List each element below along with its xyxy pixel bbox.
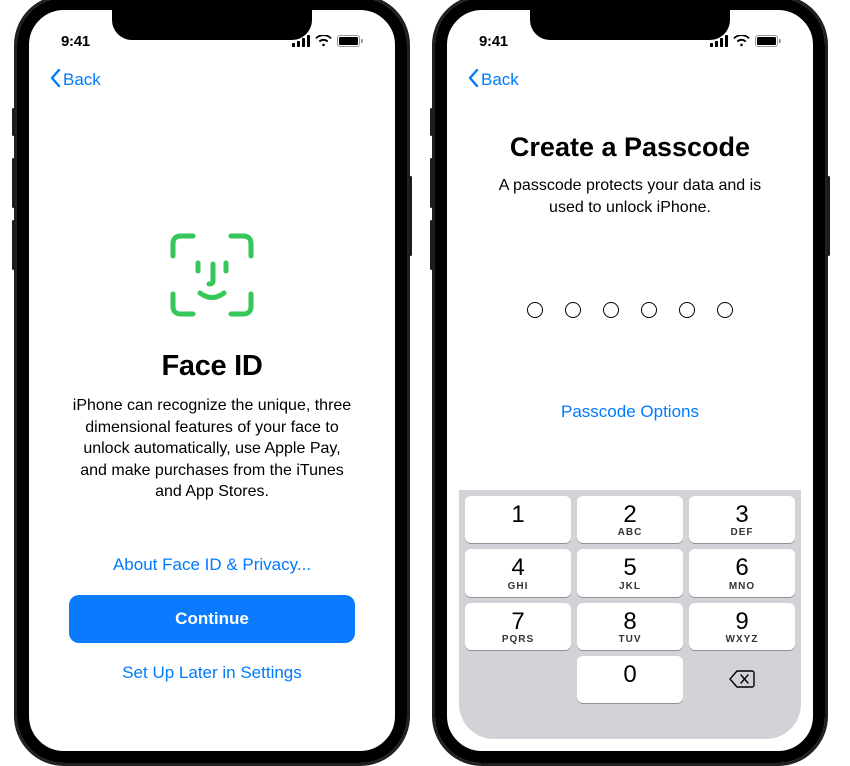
passcode-dot: [679, 302, 695, 318]
keypad-spacer: [465, 656, 571, 703]
chevron-left-icon: [49, 68, 61, 93]
side-button: [409, 176, 412, 256]
volume-up-button: [430, 158, 433, 208]
back-label: Back: [481, 70, 519, 90]
notch: [530, 10, 730, 40]
status-time: 9:41: [479, 33, 508, 50]
battery-icon: [755, 35, 781, 47]
wifi-icon: [315, 35, 332, 47]
notch: [112, 10, 312, 40]
passcode-dot: [565, 302, 581, 318]
faceid-title: Face ID: [69, 350, 355, 383]
status-time: 9:41: [61, 33, 90, 50]
set-up-later-link[interactable]: Set Up Later in Settings: [41, 663, 383, 683]
about-faceid-link[interactable]: About Face ID & Privacy...: [69, 555, 355, 575]
nav-bar: Back: [459, 60, 801, 100]
mute-switch: [12, 108, 15, 136]
side-button: [827, 176, 830, 256]
passcode-dots: [483, 302, 777, 318]
key-0[interactable]: 0: [577, 656, 683, 703]
nav-bar: Back: [41, 60, 383, 100]
key-4[interactable]: 4GHI: [465, 549, 571, 596]
battery-icon: [337, 35, 363, 47]
volume-down-button: [430, 220, 433, 270]
passcode-title: Create a Passcode: [483, 132, 777, 163]
key-2[interactable]: 2ABC: [577, 496, 683, 543]
faceid-description: iPhone can recognize the unique, three d…: [69, 395, 355, 503]
volume-down-button: [12, 220, 15, 270]
back-button[interactable]: Back: [49, 68, 101, 93]
key-6[interactable]: 6MNO: [689, 549, 795, 596]
continue-button[interactable]: Continue: [69, 595, 355, 643]
passcode-dot: [527, 302, 543, 318]
wifi-icon: [733, 35, 750, 47]
faceid-icon: [167, 230, 257, 320]
iphone-faceid: 9:41 Back: [14, 0, 410, 766]
mute-switch: [430, 108, 433, 136]
passcode-options-link[interactable]: Passcode Options: [483, 402, 777, 422]
passcode-dot: [641, 302, 657, 318]
key-3[interactable]: 3DEF: [689, 496, 795, 543]
key-9[interactable]: 9WXYZ: [689, 603, 795, 650]
back-label: Back: [63, 70, 101, 90]
passcode-dot: [717, 302, 733, 318]
back-button[interactable]: Back: [467, 68, 519, 93]
key-8[interactable]: 8TUV: [577, 603, 683, 650]
chevron-left-icon: [467, 68, 479, 93]
key-5[interactable]: 5JKL: [577, 549, 683, 596]
numeric-keypad: 1 2ABC 3DEF 4GHI 5JKL 6MNO 7PQRS 8TUV 9W…: [459, 490, 801, 739]
passcode-dot: [603, 302, 619, 318]
key-7[interactable]: 7PQRS: [465, 603, 571, 650]
passcode-description: A passcode protects your data and is use…: [483, 175, 777, 218]
iphone-passcode: 9:41 Back Create: [432, 0, 828, 766]
key-delete[interactable]: [689, 656, 795, 703]
volume-up-button: [12, 158, 15, 208]
backspace-icon: [729, 670, 755, 688]
key-1[interactable]: 1: [465, 496, 571, 543]
